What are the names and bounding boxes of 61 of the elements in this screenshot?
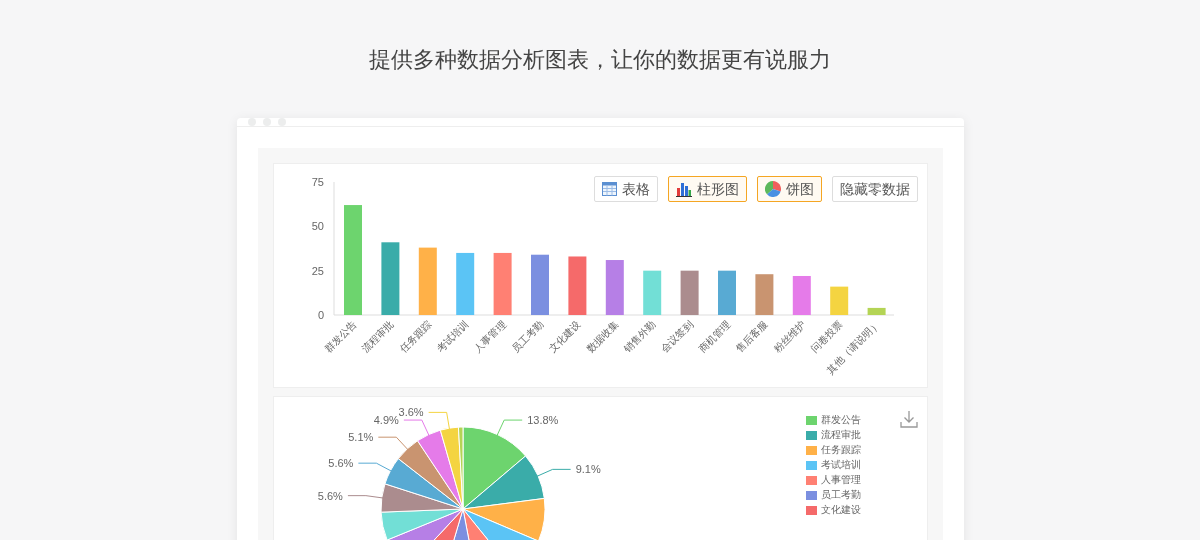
axis-tick-label: 50 <box>311 220 324 233</box>
category-label: 销售外勤 <box>621 318 658 355</box>
axis-tick-label: 25 <box>311 264 324 277</box>
percent-label: 4.9% <box>373 414 399 427</box>
category-label: 考试培训 <box>434 318 471 355</box>
category-label: 员工考勤 <box>508 318 545 355</box>
category-label: 会议签到 <box>658 318 695 355</box>
bar <box>829 286 848 315</box>
leader-line <box>535 468 571 478</box>
percent-label: 3.6% <box>398 406 424 419</box>
page-heading: 提供多种数据分析图表，让你的数据更有说服力 <box>369 46 831 74</box>
leader-line <box>495 419 523 437</box>
leader-line <box>402 419 430 437</box>
pie-chart-icon <box>764 181 781 197</box>
chart-type-button[interactable]: 饼图 <box>756 176 822 202</box>
bar <box>717 270 736 315</box>
legend-label: 考试培训 <box>820 459 861 471</box>
bar <box>642 270 661 315</box>
leader-line <box>346 495 384 499</box>
bar-chart-icon <box>675 181 692 197</box>
category-label: 商机管理 <box>695 318 732 355</box>
bar <box>493 252 512 315</box>
table-icon <box>601 182 617 196</box>
percent-label: 13.8% <box>526 414 558 427</box>
category-label: 任务跟踪 <box>396 318 433 355</box>
bar <box>680 270 699 315</box>
bar <box>605 260 624 315</box>
percent-label: 5.6% <box>317 489 343 502</box>
bar <box>567 256 586 315</box>
category-label: 售后客服 <box>733 318 770 355</box>
percent-label: 5.1% <box>347 431 373 444</box>
category-label: 粉丝维护 <box>770 318 807 355</box>
legend-label: 流程审批 <box>820 429 861 441</box>
chart-type-button[interactable]: 表格 <box>593 176 658 202</box>
legend-label: 文化建设 <box>820 504 861 516</box>
category-label: 流程审批 <box>359 318 396 355</box>
legend-label: 人事管理 <box>820 474 861 486</box>
legend-label: 群发公告 <box>820 414 861 426</box>
download-icon[interactable] <box>899 410 918 428</box>
leader-line <box>427 411 450 431</box>
bar <box>530 254 549 315</box>
category-label: 数据收集 <box>583 318 620 355</box>
leader-line <box>357 462 393 473</box>
category-label: 文化建设 <box>546 318 583 355</box>
chart-type-button[interactable]: 柱形图 <box>667 176 747 202</box>
category-label: 人事管理 <box>471 318 508 355</box>
legend-label: 员工考勤 <box>820 489 861 501</box>
category-label: 问卷投票 <box>808 318 845 355</box>
percent-label: 9.1% <box>575 463 601 476</box>
percent-label: 5.6% <box>327 457 353 470</box>
axis-tick-label: 0 <box>317 309 324 321</box>
legend-label: 任务跟踪 <box>820 444 861 456</box>
bar <box>867 307 886 315</box>
axis-tick-label: 75 <box>311 176 324 188</box>
bar <box>418 247 437 315</box>
bar <box>792 276 811 315</box>
bar <box>455 252 474 315</box>
chart-type-button[interactable]: 隐藏零数据 <box>831 176 918 202</box>
leader-line <box>377 436 409 451</box>
category-label: 群发公告 <box>321 318 358 355</box>
bar <box>754 274 773 315</box>
